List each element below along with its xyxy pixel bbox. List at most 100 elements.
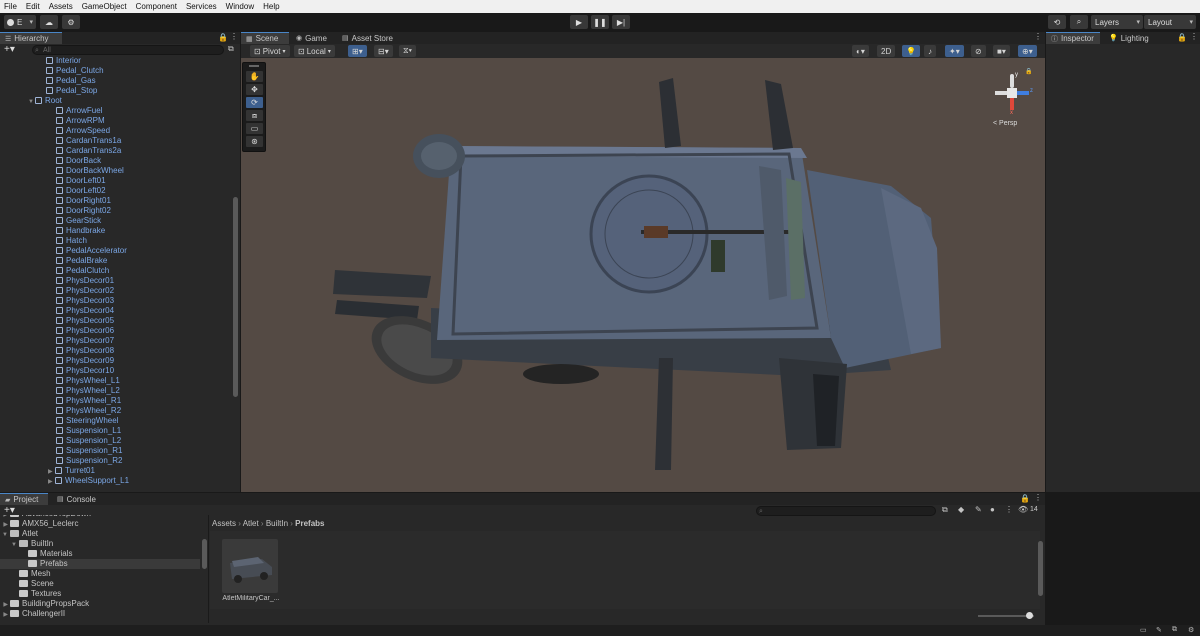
gizmos-dropdown[interactable]: ⊕▾ xyxy=(1018,45,1037,57)
scene-viewport[interactable]: y z x < Persp 🔒 xyxy=(241,58,1045,492)
hierarchy-item[interactable]: Pedal_Clutch xyxy=(46,66,104,76)
tab-project[interactable]: ▰ Project xyxy=(0,493,48,505)
audio-toggle[interactable]: ♪ xyxy=(924,45,936,57)
menu-item-services[interactable]: Services xyxy=(186,2,217,11)
hierarchy-item[interactable]: PhysDecor02 xyxy=(56,286,114,296)
project-folder-item[interactable]: Scene xyxy=(0,579,200,589)
hierarchy-item[interactable]: PhysWheel_R1 xyxy=(56,396,121,406)
hierarchy-item[interactable]: PhysWheel_L1 xyxy=(56,376,120,386)
hierarchy-item[interactable]: DoorBackWheel xyxy=(56,166,124,176)
account-dropdown[interactable]: E xyxy=(4,15,36,29)
local-toggle[interactable]: ⊡ Local ▾ xyxy=(294,45,335,57)
star-icon[interactable]: ✎ xyxy=(975,505,982,514)
hierarchy-item[interactable]: DoorRight02 xyxy=(56,206,111,216)
menu-item-help[interactable]: Help xyxy=(263,2,279,11)
tab-asset-store[interactable]: ▤ Asset Store xyxy=(337,32,399,44)
hierarchy-item[interactable]: PhysDecor06 xyxy=(56,326,114,336)
hierarchy-item[interactable]: DoorLeft01 xyxy=(56,176,106,186)
ruler-button[interactable]: ⧖▾ xyxy=(399,45,416,57)
hierarchy-item[interactable]: PhysDecor09 xyxy=(56,356,114,366)
project-folder-item[interactable]: ▶ ChallengerII xyxy=(0,609,200,619)
filter-type-icon[interactable]: ⧉ xyxy=(942,505,948,515)
asset-tile[interactable]: AtletMilitaryCar_... xyxy=(220,537,280,609)
play-button[interactable]: ▶ xyxy=(570,15,588,29)
hierarchy-item[interactable]: PhysWheel_R2 xyxy=(56,406,121,416)
gizmo-cube[interactable] xyxy=(1007,88,1017,98)
breadcrumb-item[interactable]: BuiltIn xyxy=(266,519,288,528)
toggle-2d-button[interactable]: 2D xyxy=(877,45,896,57)
asset-grid-scrollbar[interactable] xyxy=(1038,541,1043,596)
more-options-icon[interactable]: ⋮ xyxy=(1034,493,1042,502)
menu-item-gameobject[interactable]: GameObject xyxy=(82,2,127,11)
add-object-button[interactable]: +▾ xyxy=(4,44,15,55)
hierarchy-search-input[interactable]: ⌕ All xyxy=(32,45,224,55)
move-tool[interactable]: ✥ xyxy=(246,84,263,95)
hand-tool[interactable]: ✋ xyxy=(246,71,263,82)
layout-dropdown[interactable]: Layout xyxy=(1144,15,1196,29)
search-button[interactable]: ⌕ xyxy=(1070,15,1088,29)
hierarchy-item[interactable]: PhysDecor08 xyxy=(56,346,114,356)
hierarchy-item[interactable]: ▶ WheelSupport_L1 xyxy=(48,476,129,486)
breadcrumb-item[interactable]: Atlet xyxy=(243,519,259,528)
info-icon[interactable]: ● xyxy=(990,505,995,514)
menu-item-edit[interactable]: Edit xyxy=(26,2,40,11)
lock-icon[interactable]: 🔒 xyxy=(1020,494,1030,503)
transform-tool[interactable]: ⊛ xyxy=(246,136,263,147)
hierarchy-item[interactable]: DoorLeft02 xyxy=(56,186,106,196)
project-folder-item[interactable]: Mesh xyxy=(0,569,200,579)
hierarchy-item[interactable]: Pedal_Stop xyxy=(46,86,97,96)
hierarchy-item[interactable]: PedalBrake xyxy=(56,256,107,266)
cache-icon[interactable]: ⧉ xyxy=(1172,626,1177,634)
hierarchy-item[interactable]: PhysDecor03 xyxy=(56,296,114,306)
hierarchy-item[interactable]: Handbrake xyxy=(56,226,105,236)
hierarchy-item[interactable]: SteeringWheel xyxy=(56,416,118,426)
gizmo-axis-neg-z[interactable] xyxy=(995,91,1007,95)
hierarchy-item[interactable]: ▶ Turret01 xyxy=(48,466,95,476)
gizmo-axis-y[interactable] xyxy=(1010,74,1014,88)
tab-lighting[interactable]: 💡 Lighting xyxy=(1104,32,1160,44)
project-search-input[interactable]: ⌕ xyxy=(756,506,936,516)
camera-dropdown[interactable]: ■▾ xyxy=(993,45,1010,57)
settings-icon[interactable]: ⋮ xyxy=(1005,505,1013,514)
tab-game[interactable]: ◉ Game xyxy=(291,32,331,44)
hierarchy-item[interactable]: ArrowFuel xyxy=(56,106,102,116)
hierarchy-item[interactable]: PhysDecor01 xyxy=(56,276,114,286)
project-folder-item[interactable]: ▼ Atlet xyxy=(0,529,200,539)
hierarchy-item[interactable]: DoorRight01 xyxy=(56,196,111,206)
lighting-toggle[interactable]: 💡 xyxy=(902,45,920,57)
pause-button[interactable]: ❚❚ xyxy=(591,15,609,29)
gizmo-axis-x[interactable] xyxy=(1010,98,1014,110)
breadcrumb-item[interactable]: Prefabs xyxy=(295,519,324,528)
hierarchy-item[interactable]: CardanTrans1a xyxy=(56,136,121,146)
hierarchy-item[interactable]: DoorBack xyxy=(56,156,101,166)
progress-icon[interactable]: ▭ xyxy=(1140,626,1147,634)
menu-item-assets[interactable]: Assets xyxy=(49,2,73,11)
shading-mode-button[interactable]: ◐▾ xyxy=(852,45,869,57)
more-options-icon[interactable]: ⋮ xyxy=(230,32,238,41)
tab-console[interactable]: ▤ Console xyxy=(52,493,100,505)
project-folder-item[interactable]: Prefabs xyxy=(0,559,200,569)
menu-item-file[interactable]: File xyxy=(4,2,17,11)
tab-inspector[interactable]: ⓘ Inspector xyxy=(1046,32,1100,44)
more-options-icon[interactable]: ⋮ xyxy=(1190,32,1198,41)
cloud-button[interactable]: ☁ xyxy=(40,15,58,29)
chevron-right-icon[interactable]: ▶ xyxy=(48,477,55,487)
settings-button[interactable]: ⚙ xyxy=(62,15,80,29)
pivot-toggle[interactable]: ⊡ Pivot ▾ xyxy=(250,45,290,57)
rect-tool[interactable]: ▭ xyxy=(246,123,263,134)
hierarchy-item[interactable]: ArrowRPM xyxy=(56,116,105,126)
tab-hierarchy[interactable]: ☰ Hierarchy xyxy=(0,32,62,44)
gizmo-lock-icon[interactable]: 🔒 xyxy=(1025,68,1032,75)
hidden-packages-icon[interactable]: 👁 xyxy=(1018,505,1028,514)
hierarchy-item[interactable]: PhysDecor04 xyxy=(56,306,114,316)
hierarchy-item[interactable]: ArrowSpeed xyxy=(56,126,110,136)
grid-snap-button[interactable]: ⊞▾ xyxy=(348,45,367,57)
project-folder-item[interactable]: Materials xyxy=(0,549,200,559)
palette-handle[interactable] xyxy=(249,65,259,67)
history-button[interactable]: ⟲ xyxy=(1048,15,1066,29)
hierarchy-scrollbar[interactable] xyxy=(233,197,238,397)
project-folder-item[interactable]: ▶ BuildingPropsPack xyxy=(0,599,200,609)
filter-label-icon[interactable]: ◆ xyxy=(958,505,964,514)
notifications-icon[interactable]: ✎ xyxy=(1156,626,1162,634)
hidden-objects-toggle[interactable]: ⊘ xyxy=(971,45,986,57)
